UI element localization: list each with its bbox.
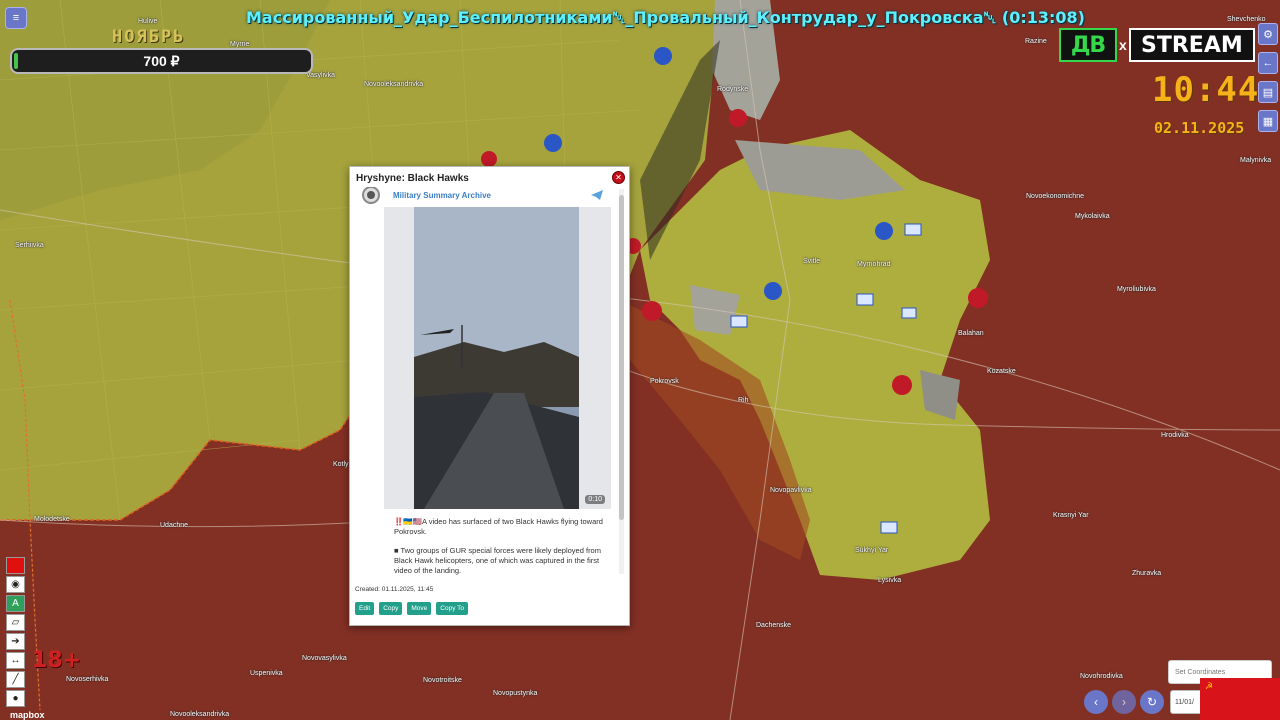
map-label: Dachenske: [756, 622, 792, 629]
map-label: Sukhyi Yar: [855, 547, 889, 554]
text-icon[interactable]: A: [6, 595, 25, 612]
donation-progress-fill: [14, 53, 18, 69]
map-label: Mykolaivka: [1075, 213, 1110, 220]
map-label: Novopavlivka: [770, 487, 812, 494]
map-label: Udachne: [160, 522, 189, 529]
event-popup: Hryshyne: Black Hawks ✕ Military Summary…: [349, 166, 630, 626]
video-duration: 0:10: [585, 495, 605, 504]
map-label: Serhiivka: [15, 242, 44, 249]
refresh-icon[interactable]: ↻: [1140, 690, 1164, 714]
ussr-flag-icon: ☭: [1200, 678, 1280, 720]
map-label: Hrodivka: [1161, 432, 1189, 439]
map-label: Myrnohrad: [857, 261, 891, 268]
map-label: Uspenivka: [250, 670, 283, 677]
stream-logo: ДВ x STREAM: [1059, 27, 1255, 63]
post-paragraph: ■ Two groups of GUR special forces were …: [394, 546, 601, 575]
bookmark-icon[interactable]: ▤: [1258, 81, 1278, 103]
logo-db: ДВ: [1059, 28, 1117, 62]
video-player[interactable]: 0:10: [384, 207, 611, 509]
arrow-left-icon[interactable]: ←: [1258, 52, 1278, 74]
map-label: Vasylivka: [306, 72, 336, 79]
channel-name[interactable]: Military Summary Archive: [393, 191, 491, 200]
map-label: Myrne: [230, 41, 250, 48]
close-icon[interactable]: ✕: [612, 171, 625, 184]
copy-to-button[interactable]: Copy To: [436, 602, 469, 615]
map-label: Novooleksandrivka: [170, 711, 230, 718]
date: 02.11.2025: [1154, 119, 1245, 137]
line-icon[interactable]: ╱: [6, 671, 25, 688]
map-label: Lysivka: [878, 577, 902, 584]
mapbox-attribution: mapbox: [10, 710, 45, 720]
popup-scrollbar[interactable]: [619, 189, 624, 574]
chevron-left-icon[interactable]: ‹: [1084, 690, 1108, 714]
video-title: Массированный_Удар_Беспилотниками␀_Прова…: [246, 8, 1085, 27]
map-label: Novohrodivka: [1080, 673, 1123, 680]
move-button[interactable]: Move: [407, 602, 432, 615]
map-label: Hulive: [138, 18, 158, 25]
map-label: Rodynske: [717, 86, 749, 93]
avatar: [362, 187, 380, 204]
map-label: Shevchenko: [1227, 16, 1266, 23]
post-text: ‼️🇺🇦🇺🇸A video has surfaced of two Black …: [394, 517, 614, 579]
copy-button[interactable]: Copy: [379, 602, 403, 615]
map-label: Kozatske: [987, 368, 1016, 375]
arrow-icon[interactable]: ➔: [6, 633, 25, 650]
map-label: Molodetske: [34, 516, 70, 523]
map-label: Novooleksandrivka: [364, 81, 424, 88]
logo-stream: STREAM: [1128, 28, 1255, 62]
right-toolbar: ⚙ ← ▤ ▦: [1258, 23, 1280, 139]
map-label: Rih: [738, 397, 749, 404]
map-label: Razine: [1025, 38, 1047, 45]
polygon-icon[interactable]: ▱: [6, 614, 25, 631]
donation-amount: 700 ₽: [143, 52, 180, 69]
map-label: Pokrovsk: [650, 378, 679, 385]
map-label: Krasnyi Yar: [1053, 512, 1089, 519]
post-paragraph: ‼️🇺🇦🇺🇸A video has surfaced of two Black …: [394, 517, 603, 536]
map-label: Myroliubivka: [1117, 286, 1156, 293]
table-icon[interactable]: ▦: [1258, 110, 1278, 132]
map-label: Novotroitske: [423, 677, 462, 684]
measure-icon[interactable]: ↔: [6, 652, 25, 669]
map-label: Zhuravka: [1132, 570, 1162, 577]
telegram-post: Military Summary Archive 0:10 ‼️🇺🇦🇺🇸A vi…: [358, 187, 620, 579]
map-label: Svitle: [803, 258, 821, 265]
popup-title: Hryshyne: Black Hawks: [356, 173, 469, 184]
popup-actions: Edit Copy Move Copy To: [355, 602, 469, 615]
telegram-share-icon[interactable]: [590, 189, 604, 201]
left-toolbar: ◉ A ▱ ➔ ↔ ╱ ●: [6, 557, 26, 709]
clock: 10:44: [1152, 70, 1260, 110]
logo-x: x: [1119, 37, 1127, 53]
map-canvas[interactable]: [0, 0, 1280, 720]
map-label: Novoserhivka: [66, 676, 109, 683]
red-square-icon[interactable]: [6, 557, 25, 574]
menu-toggle-button[interactable]: ≡: [5, 7, 27, 29]
map-label: Novovasylivka: [302, 655, 347, 662]
pin-icon[interactable]: ◉: [6, 576, 25, 593]
gear-icon[interactable]: ⚙: [1258, 23, 1278, 45]
edit-button[interactable]: Edit: [355, 602, 375, 615]
age-rating: 18+: [32, 648, 82, 673]
created-timestamp: Created: 01.11.2025, 11:45: [355, 586, 434, 593]
month-label: НОЯБРЬ: [112, 27, 186, 47]
channel-header: Military Summary Archive: [358, 187, 612, 205]
map-label: Novoekonomichne: [1026, 193, 1084, 200]
marker-icon[interactable]: ●: [6, 690, 25, 707]
chevron-right-icon[interactable]: ›: [1112, 690, 1136, 714]
donation-goal-bar: 700 ₽: [10, 48, 313, 74]
map-label: Malynivka: [1240, 157, 1272, 164]
map-label: Novopustynka: [493, 690, 538, 697]
map-label: Balahan: [958, 330, 984, 337]
